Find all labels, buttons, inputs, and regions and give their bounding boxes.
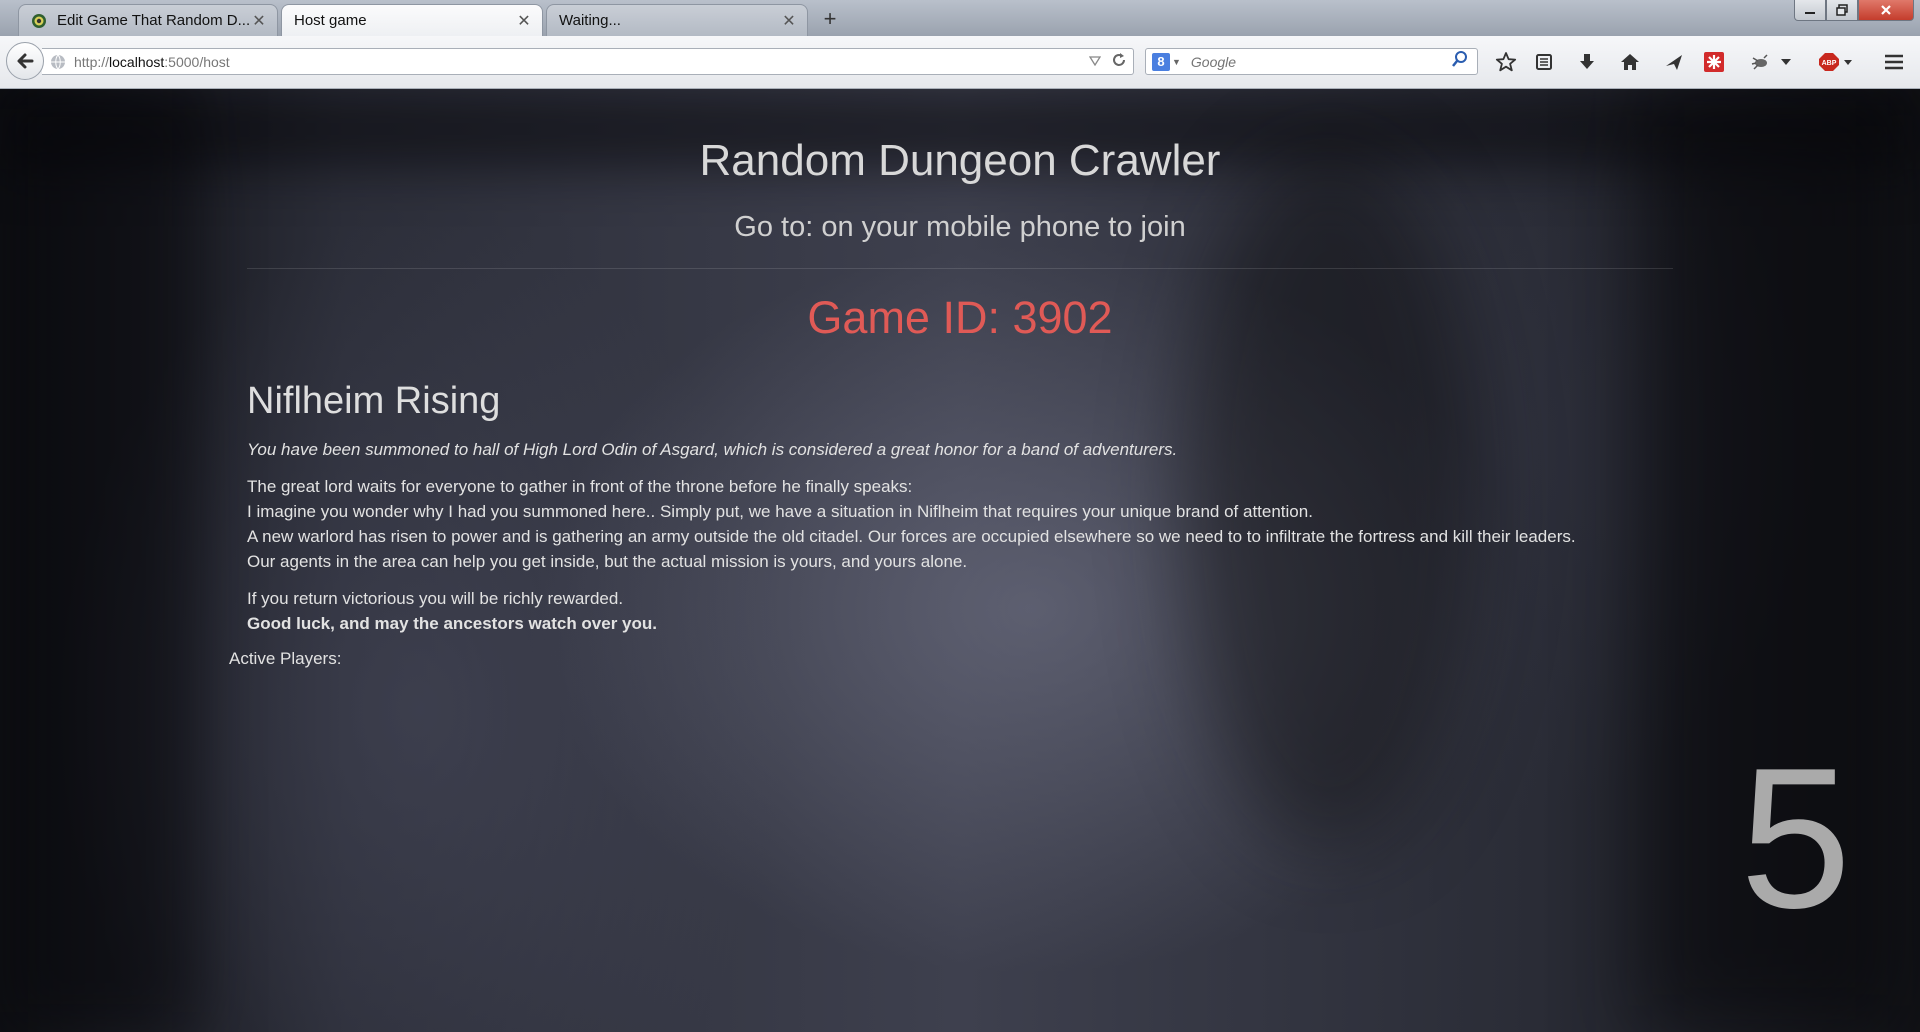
restore-icon [1836, 4, 1848, 16]
url-host: localhost [109, 53, 165, 70]
back-button[interactable] [6, 42, 44, 80]
page-title: Random Dungeon Crawler [699, 136, 1221, 185]
minimize-button[interactable] [1794, 0, 1826, 21]
globe-icon [51, 54, 65, 69]
story-line: Our agents in the area can help you get … [247, 552, 968, 571]
story-title: Niflheim Rising [247, 380, 501, 422]
page-viewport: Random Dungeon Crawler Go to: on your mo… [0, 89, 1920, 1032]
search-input[interactable] [1188, 52, 1451, 71]
join-instructions: Go to: on your mobile phone to join [734, 211, 1186, 243]
story-section: Niflheim Rising You have been summoned t… [247, 379, 1667, 648]
history-dropdown-icon[interactable] [1085, 54, 1105, 69]
tab-close-icon[interactable]: ✕ [516, 11, 532, 31]
bookmark-star-icon[interactable] [1492, 48, 1520, 76]
search-bar[interactable]: 8 ▼ [1145, 48, 1478, 75]
story-line: A new warlord has risen to power and is … [247, 527, 1576, 546]
story-farewell: Good luck, and may the ancestors watch o… [247, 614, 658, 633]
reload-icon[interactable] [1109, 52, 1129, 71]
tab-host-game[interactable]: Host game ✕ [281, 4, 543, 36]
url-scheme: http:// [74, 53, 110, 70]
google-engine-icon[interactable]: 8 [1152, 52, 1170, 71]
tab-label: Edit Game That Random D... [57, 12, 251, 29]
story-line: I imagine you wonder why I had you summo… [247, 502, 1313, 521]
divider [247, 268, 1673, 269]
story-ending: If you return victorious you will be ric… [247, 586, 1667, 636]
story-intro: You have been summoned to hall of High L… [247, 440, 1178, 459]
address-bar[interactable]: http://localhost:5000/host [42, 48, 1134, 75]
reading-list-icon[interactable] [1530, 48, 1558, 76]
window-controls [1794, 0, 1914, 21]
countdown-timer: 5 [1740, 727, 1852, 950]
game-id: Game ID: 3902 [807, 292, 1113, 343]
url-path: :5000/host [164, 53, 230, 70]
tab-waiting[interactable]: Waiting... ✕ [546, 4, 808, 36]
address-text: http://localhost:5000/host [74, 54, 1085, 70]
nav-toolbar: http://localhost:5000/host 8 ▼ Google AB… [0, 36, 1920, 89]
tab-edit-game[interactable]: Edit Game That Random D... ✕ [18, 4, 278, 36]
svg-text:ABP: ABP [1822, 60, 1837, 67]
minimize-icon [1805, 12, 1815, 14]
tab-close-icon[interactable]: ✕ [781, 11, 797, 31]
download-icon[interactable] [1573, 48, 1601, 76]
send-icon[interactable] [1660, 48, 1688, 76]
dropdown-icon[interactable] [1778, 48, 1794, 76]
back-arrow-icon [17, 53, 34, 69]
engine-dropdown-icon[interactable]: ▼ [1172, 57, 1181, 67]
sync-favicon-icon [32, 13, 46, 28]
close-icon [1881, 5, 1891, 15]
home-icon[interactable] [1616, 48, 1644, 76]
active-players-label: Active Players: [229, 649, 342, 668]
story-reward: If you return victorious you will be ric… [247, 589, 624, 608]
new-tab-button[interactable]: + [818, 6, 842, 32]
adblock-icon[interactable]: ABP [1816, 48, 1856, 76]
tab-close-icon[interactable]: ✕ [251, 11, 267, 31]
story-body: The great lord waits for everyone to gat… [247, 474, 1667, 574]
tab-strip: Edit Game That Random D... ✕ Host game ✕… [0, 0, 1920, 36]
tab-label: Host game [294, 12, 367, 29]
search-icon[interactable] [1451, 50, 1473, 73]
story-line: The great lord waits for everyone to gat… [247, 477, 913, 496]
firebug-icon[interactable] [1746, 48, 1774, 76]
restore-button[interactable] [1826, 0, 1858, 21]
addon-red-icon[interactable] [1700, 48, 1728, 76]
close-window-button[interactable] [1858, 0, 1914, 21]
tab-label: Waiting... [559, 12, 621, 29]
menu-icon[interactable] [1880, 48, 1908, 76]
